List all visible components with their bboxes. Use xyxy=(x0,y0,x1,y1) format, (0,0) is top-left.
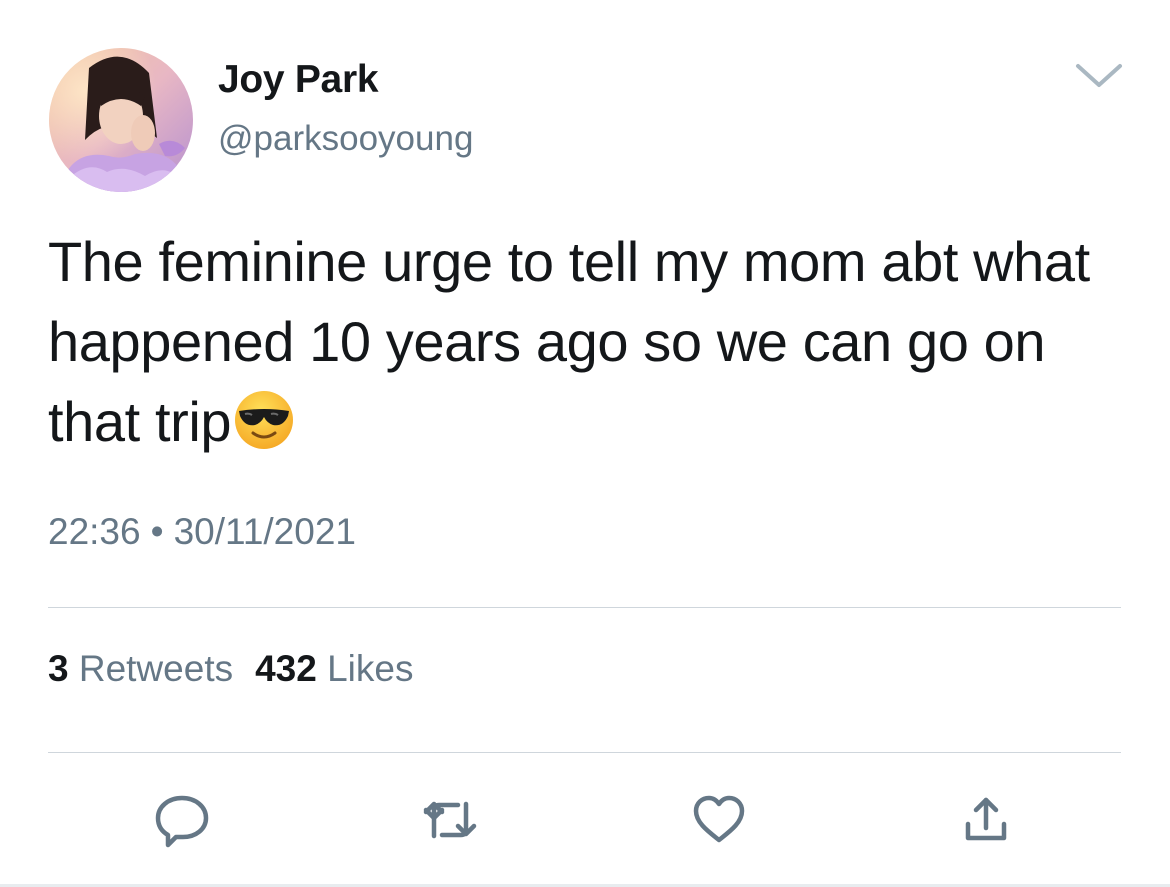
tweet-text-content: The feminine urge to tell my mom abt wha… xyxy=(48,230,1090,453)
likes-label: Likes xyxy=(327,648,414,689)
display-name[interactable]: Joy Park xyxy=(218,58,379,102)
divider xyxy=(48,752,1121,753)
engagement-stats: 3 Retweets 432 Likes xyxy=(48,648,414,690)
speech-bubble-icon xyxy=(155,795,209,848)
retweets-stat[interactable]: 3 Retweets xyxy=(48,648,233,689)
retweet-arrows-icon xyxy=(423,801,477,839)
reply-button[interactable] xyxy=(152,790,212,850)
retweet-button[interactable] xyxy=(420,790,480,850)
tweet-text: The feminine urge to tell my mom abt wha… xyxy=(48,222,1128,462)
meta-separator: • xyxy=(150,511,164,552)
share-button[interactable] xyxy=(956,790,1016,850)
tweet-timestamp[interactable]: 22:36 • 30/11/2021 xyxy=(48,511,356,553)
share-upload-icon xyxy=(965,797,1007,841)
profile-photo xyxy=(49,48,193,192)
likes-count: 432 xyxy=(255,648,317,689)
retweets-label: Retweets xyxy=(78,648,234,689)
heart-icon xyxy=(693,795,745,843)
like-button[interactable] xyxy=(689,790,749,850)
sunglasses-emoji-icon xyxy=(233,389,295,451)
retweets-count: 3 xyxy=(48,648,69,689)
username-handle[interactable]: @parksooyoung xyxy=(218,119,473,159)
tweet-date: 30/11/2021 xyxy=(173,511,356,552)
likes-stat[interactable]: 432 Likes xyxy=(255,648,413,689)
chevron-down-icon[interactable] xyxy=(1072,58,1126,92)
divider xyxy=(48,607,1121,608)
tweet-time: 22:36 xyxy=(48,511,141,552)
avatar[interactable] xyxy=(49,48,193,192)
